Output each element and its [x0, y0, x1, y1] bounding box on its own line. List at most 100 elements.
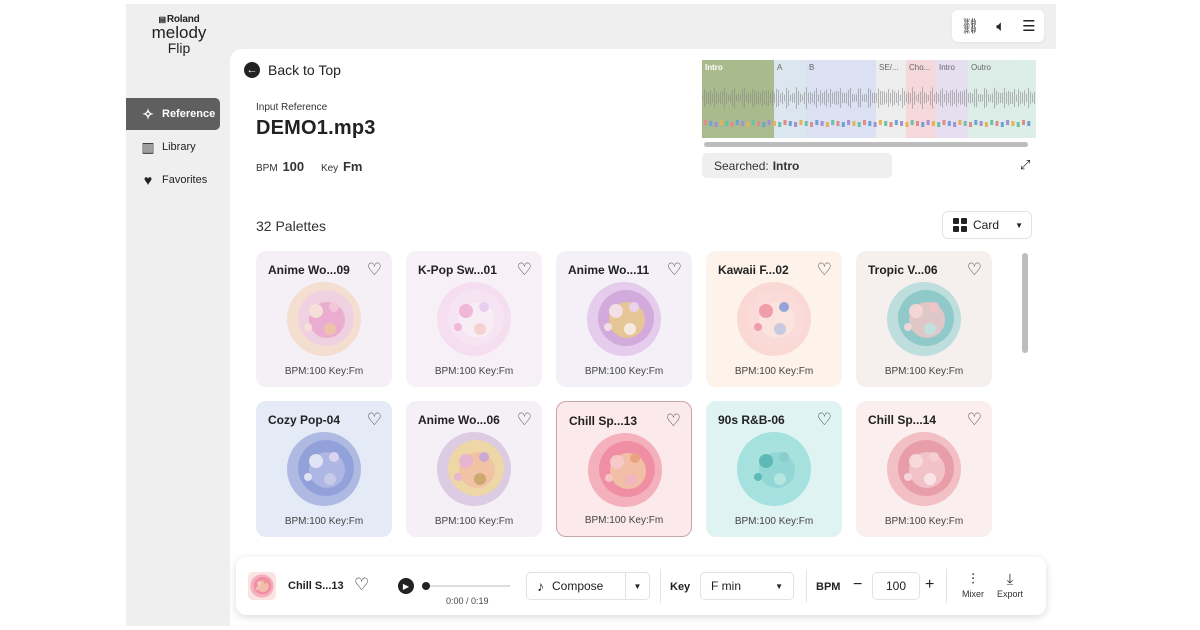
input-reference-label: Input Reference — [256, 102, 328, 113]
sidebar-item-reference[interactable]: ✧ Reference — [126, 98, 220, 130]
playback-track[interactable] — [424, 585, 510, 587]
palette-info: BPM:100 Key:Fm — [584, 515, 664, 526]
heart-outline-icon[interactable]: ♡ — [667, 260, 682, 280]
palette-title: Anime Wo...11 — [568, 263, 650, 277]
palette-card[interactable]: Cozy Pop-04 ♡ BPM:100 Key:Fm — [256, 401, 392, 537]
mixer-icon: ⫶ — [971, 571, 975, 588]
heart-outline-icon[interactable]: ♡ — [517, 410, 532, 430]
back-to-top-button[interactable]: ← Back to Top — [244, 62, 341, 78]
palette-bubble-graphic — [737, 282, 811, 356]
track-name: Chill S...13 — [288, 580, 344, 592]
view-mode-label: Card — [973, 218, 1000, 232]
melody-flip-logo: Roland melody Flip — [144, 14, 214, 55]
chevron-down-icon[interactable]: ▼ — [625, 573, 649, 599]
palette-bubble-graphic — [250, 574, 274, 598]
heart-outline-icon[interactable]: ♡ — [367, 260, 382, 280]
bpm-label: BPM — [816, 581, 841, 593]
top-toolbar: ⛓ 🔈︎ ☰ — [952, 10, 1044, 42]
waveform-scrollbar[interactable] — [704, 142, 1028, 147]
palette-info: BPM:100 Key:Fm — [284, 366, 364, 377]
mixer-button[interactable]: ⫶ Mixer — [955, 571, 991, 599]
heart-outline-icon[interactable]: ♡ — [817, 260, 832, 280]
divider — [806, 569, 807, 603]
heart-outline-icon[interactable]: ♡ — [517, 260, 532, 280]
bpm-input[interactable]: 100 — [872, 572, 920, 600]
sidebar-item-label: Library — [162, 141, 196, 153]
mode-select[interactable]: ♪ Compose ▼ — [526, 572, 650, 600]
palette-bubble-graphic — [887, 282, 961, 356]
sparkle-music-icon: ✧ — [142, 105, 154, 122]
palette-title: Kawaii F...02 — [718, 263, 789, 277]
file-name: DEMO1.mp3 — [256, 117, 376, 139]
palette-card[interactable]: K-Pop Sw...01 ♡ BPM:100 Key:Fm — [406, 251, 542, 387]
palette-title: Chill Sp...13 — [569, 414, 638, 428]
download-icon: ⤓ — [1006, 571, 1014, 588]
palette-bubble-graphic — [887, 432, 961, 506]
palette-title: 90s R&B-06 — [718, 413, 785, 427]
key-value: F min — [711, 579, 741, 593]
searched-value: Intro — [772, 159, 800, 173]
speaker-icon[interactable]: 🔈︎ — [996, 18, 1005, 35]
bpm-value: 100 — [282, 159, 305, 174]
palette-card[interactable]: Chill Sp...13 ♡ BPM:100 Key:Fm — [556, 401, 692, 537]
palette-title: Anime Wo...06 — [418, 413, 500, 427]
link-icon[interactable]: ⛓ — [960, 17, 979, 35]
heart-outline-icon[interactable]: ♡ — [666, 411, 681, 431]
heart-outline-icon[interactable]: ♡ — [817, 410, 832, 430]
view-mode-select[interactable]: Card ▼ — [942, 211, 1032, 239]
palette-bubble-graphic — [287, 432, 361, 506]
palette-card[interactable]: Anime Wo...09 ♡ BPM:100 Key:Fm — [256, 251, 392, 387]
palette-card[interactable]: 90s R&B-06 ♡ BPM:100 Key:Fm — [706, 401, 842, 537]
key-value: Fm — [342, 159, 363, 174]
bpm-increase-button[interactable]: + — [925, 576, 934, 594]
sidebar-item-library[interactable]: ▥ Library — [126, 131, 220, 163]
palette-card[interactable]: Tropic V...06 ♡ BPM:100 Key:Fm — [856, 251, 992, 387]
palette-bubble-graphic — [437, 432, 511, 506]
palette-card[interactable]: Anime Wo...11 ♡ BPM:100 Key:Fm — [556, 251, 692, 387]
export-button[interactable]: ⤓ Export — [992, 571, 1028, 599]
favorite-heart-icon[interactable]: ♡ — [354, 575, 369, 595]
arrow-left-icon: ← — [244, 62, 260, 78]
palette-title: Anime Wo...09 — [268, 263, 350, 277]
heart-icon: ♥ — [143, 172, 153, 188]
heart-outline-icon[interactable]: ♡ — [967, 260, 982, 280]
app-window: Roland melody Flip ✧ Reference ▥ Library… — [126, 4, 1056, 626]
heart-outline-icon[interactable]: ♡ — [367, 410, 382, 430]
music-note-icon: ♪ — [537, 578, 544, 594]
mode-label: Compose — [552, 579, 604, 593]
bpm-decrease-button[interactable]: − — [853, 576, 862, 594]
key-select[interactable]: F min ▼ — [700, 572, 794, 600]
palette-card[interactable]: Anime Wo...06 ♡ BPM:100 Key:Fm — [406, 401, 542, 537]
sidebar-nav: ✧ Reference ▥ Library ♥ Favorites — [126, 98, 220, 197]
main-panel: ← Back to Top Input Reference DEMO1.mp3 … — [230, 49, 1056, 626]
sidebar-item-label: Reference — [162, 108, 216, 120]
palette-bubble-graphic — [737, 432, 811, 506]
searched-label: Searched: — [714, 159, 769, 173]
heart-outline-icon[interactable]: ♡ — [967, 410, 982, 430]
palette-title: K-Pop Sw...01 — [418, 263, 497, 277]
palette-bubble-graphic — [588, 433, 662, 507]
palette-title: Tropic V...06 — [868, 263, 938, 277]
palette-bubble-graphic — [587, 282, 661, 356]
chevron-down-icon: ▼ — [1015, 220, 1023, 230]
key-label: Key — [670, 581, 691, 593]
expand-icon[interactable]: ⤢ — [1020, 157, 1030, 173]
library-icon: ▥ — [141, 138, 155, 155]
palette-info: BPM:100 Key:Fm — [734, 516, 814, 527]
sidebar-item-favorites[interactable]: ♥ Favorites — [126, 164, 220, 196]
mixer-label: Mixer — [962, 589, 984, 599]
divider — [946, 569, 947, 603]
playback-knob[interactable] — [422, 582, 430, 590]
sidebar-item-label: Favorites — [162, 174, 208, 186]
chevron-down-icon: ▼ — [775, 581, 783, 591]
menu-icon[interactable]: ☰ — [1022, 17, 1035, 35]
palette-card[interactable]: Kawaii F...02 ♡ BPM:100 Key:Fm — [706, 251, 842, 387]
waveform-timeline[interactable]: Intro A B SE/... Cho... Intro Outro — [702, 60, 1036, 138]
play-button[interactable]: ▶ — [398, 578, 414, 594]
palette-card[interactable]: Chill Sp...14 ♡ BPM:100 Key:Fm — [856, 401, 992, 537]
key-label: Key — [320, 163, 339, 174]
back-label: Back to Top — [268, 62, 341, 78]
cards-scrollbar[interactable] — [1022, 253, 1028, 353]
palette-count: 32 Palettes — [256, 218, 327, 234]
divider — [660, 569, 661, 603]
